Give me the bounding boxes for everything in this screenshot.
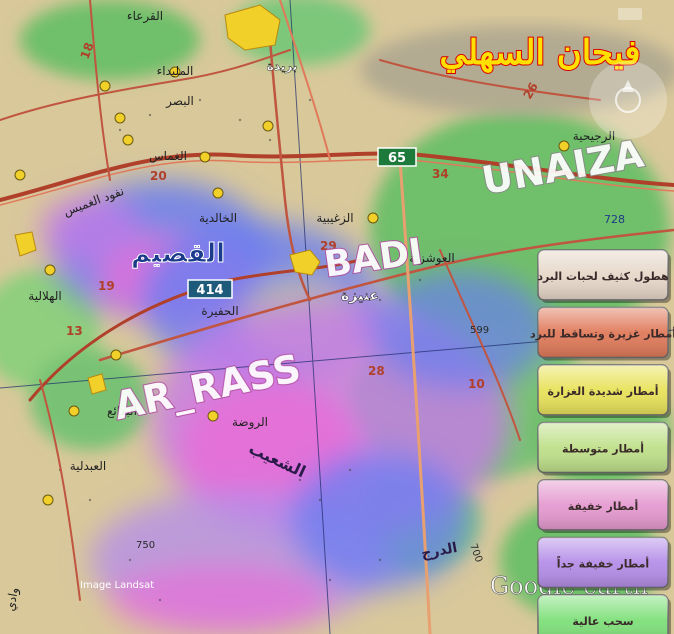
town-label-alabdaliya: العبدلية (70, 459, 106, 473)
legend-item[interactable]: أمطار متوسطة (537, 421, 671, 476)
imagery-credit: Image Landsat (80, 580, 154, 591)
legend-label: أمطار خفيفة جداً (557, 555, 649, 570)
region-label: القصيم (131, 239, 225, 269)
map-viewport[interactable]: 18 26 34 13 28 10 20 29 19 599 750 700 6… (0, 0, 674, 634)
legend-label: أمطار متوسطة (562, 442, 644, 456)
road-shield-65: 65 (377, 147, 417, 167)
legend-item[interactable]: أمطار خفيفة جداً (537, 536, 671, 591)
town-label-alkhalidiya: الخالدية (199, 211, 237, 225)
legend-item[interactable]: سحب عالية (537, 594, 671, 634)
town-label-albasr: البصر (165, 94, 194, 109)
road-number: 10 (468, 377, 485, 391)
town-label-alhilaliya: الهلالية (28, 289, 61, 303)
svg-text:65: 65 (388, 151, 406, 166)
legend-label: أمطار خفيفة (568, 499, 639, 513)
road-number: 13 (66, 324, 83, 338)
road-shield-414: 414 (187, 279, 233, 299)
legend-label: هطول كثيف لحبات البرد (537, 270, 668, 283)
map-canvas[interactable]: 18 26 34 13 28 10 20 29 19 599 750 700 6… (0, 0, 674, 634)
town-label-almulaidaa: المليداء (157, 64, 194, 78)
zoom-slider-icon[interactable] (618, 8, 642, 20)
road-shield-728: 728 (604, 213, 625, 226)
svg-text:728: 728 (604, 213, 625, 226)
legend-label: أمطار شديدة الغزارة (547, 384, 658, 398)
town-label-unayzah: عنيزة (341, 288, 379, 304)
town-label-alqaraa: القرعاء (127, 9, 163, 24)
road-number: 20 (150, 169, 167, 183)
road-number: 750 (136, 540, 155, 551)
town-label-azzughaibiya: الزغيبية (316, 211, 353, 226)
town-label-alghamas: الغماس (149, 149, 187, 164)
legend-item[interactable]: أمطار خفيفة (537, 479, 671, 533)
rain-legend: هطول كثيف لحبات البرد أمطار غزيرة وتساقط … (530, 249, 674, 634)
legend-item[interactable]: أمطار غزيرة وتساقط للبرد (530, 306, 674, 361)
road-number: 28 (368, 364, 385, 378)
legend-label: أمطار غزيرة وتساقط للبرد (530, 327, 674, 341)
town-label-arraudha: الروضة (232, 415, 268, 430)
road-number: 19 (98, 279, 115, 293)
road-number: 34 (432, 167, 449, 181)
road-number: 599 (470, 325, 489, 336)
town-label-alhufayra: الحفيرة (201, 304, 238, 319)
legend-label: سحب عالية (572, 615, 633, 628)
legend-item[interactable]: أمطار شديدة الغزارة (537, 364, 671, 418)
town-label-buraydah: بريدة (267, 59, 298, 73)
legend-item[interactable]: هطول كثيف لحبات البرد (537, 249, 671, 303)
svg-text:414: 414 (196, 283, 223, 298)
